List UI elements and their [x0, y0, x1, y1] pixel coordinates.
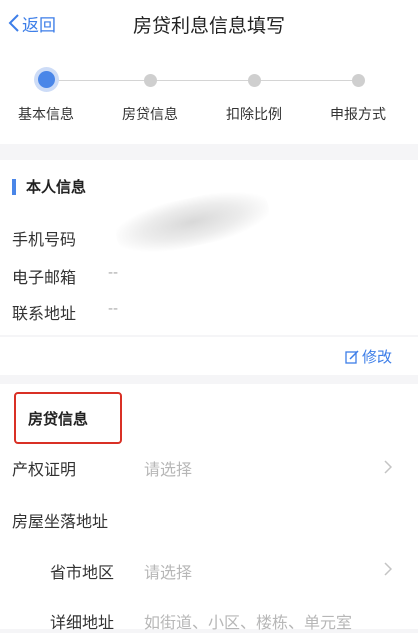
edit-bar: 修改: [0, 337, 418, 375]
detail-address-label: 详细地址: [50, 613, 115, 632]
step-dot-4: [352, 74, 365, 87]
property-label: 产权证明: [12, 460, 77, 479]
address-label: 联系地址: [12, 304, 77, 323]
section-bar: [12, 178, 16, 195]
step-dot-2: [144, 74, 157, 87]
page-title: 房贷利息信息填写: [132, 15, 285, 37]
nav-bar: 返回 房贷利息信息填写: [0, 0, 418, 46]
personal-info-title: 本人信息: [26, 178, 87, 196]
edit-label: 修改: [361, 348, 392, 366]
personal-info-card: 本人信息 手机号码 电子邮箱 -- 联系地址 --: [0, 160, 418, 335]
property-select[interactable]: 请选择: [144, 456, 192, 480]
step-label-3: 扣除比例: [226, 107, 282, 123]
step-label-4: 申报方式: [330, 107, 386, 123]
email-label: 电子邮箱: [12, 268, 77, 287]
address-value: --: [108, 301, 119, 317]
personal-info-heading: 本人信息: [12, 176, 86, 197]
house-location-label: 房屋坐落地址: [12, 512, 109, 531]
region-label: 省市地区: [50, 563, 115, 582]
step-dot-3: [248, 74, 261, 87]
email-value: --: [108, 265, 119, 281]
loan-info-card: 房贷信息 产权证明 请选择 房屋坐落地址 省市地区 请选择 详细地址 如街道、小…: [0, 384, 418, 632]
region-select[interactable]: 请选择: [144, 559, 192, 583]
step-dot-1: [38, 71, 55, 88]
detail-address-input[interactable]: 如街道、小区、楼栋、单元室: [144, 609, 352, 633]
chevron-right-icon[interactable]: [384, 460, 392, 474]
redacted-phone: [111, 182, 274, 262]
chevron-right-icon[interactable]: [384, 562, 392, 576]
phone-label: 手机号码: [12, 230, 77, 249]
step-label-2: 房贷信息: [122, 107, 178, 123]
edit-button[interactable]: 修改: [345, 346, 392, 367]
loan-info-heading: 房贷信息: [14, 392, 122, 444]
loan-info-title: 房贷信息: [28, 410, 89, 428]
step-label-1: 基本信息: [18, 107, 74, 123]
step-line: [46, 80, 358, 81]
edit-icon: [345, 349, 359, 364]
step-indicator: 基本信息 房贷信息 扣除比例 申报方式: [0, 46, 418, 144]
